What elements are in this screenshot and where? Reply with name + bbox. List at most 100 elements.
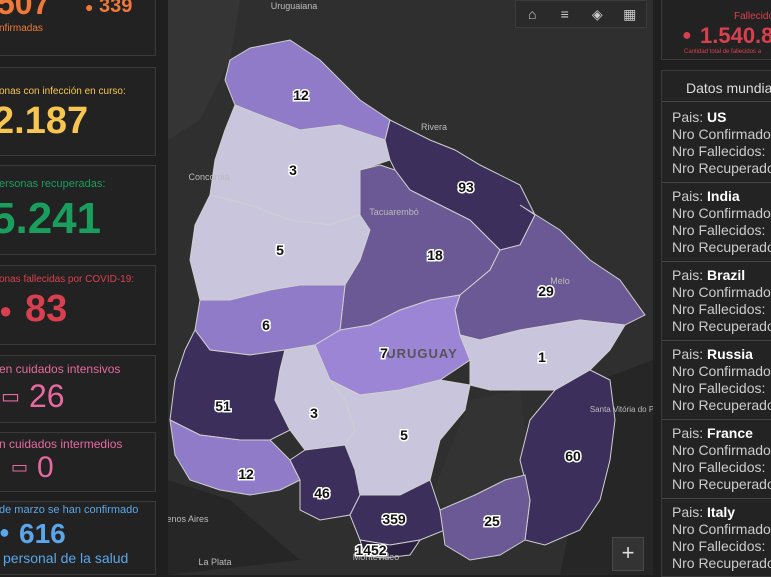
case-count-label: 93	[458, 179, 474, 195]
country-name: Brazil	[707, 267, 746, 283]
country-key: Pais:	[672, 504, 704, 520]
case-count-label: 12	[238, 466, 254, 482]
confirmed-key: Nro Confirmado	[672, 126, 771, 142]
uruguay-map[interactable]: Uruguaiana Rivera Concordia Tacuarembó M…	[168, 0, 653, 575]
intensive-care-value: 26	[29, 378, 65, 414]
country-key: Pais:	[672, 267, 704, 283]
deceased-key: Nro Fallecidos:	[672, 222, 766, 238]
deceased-value: 83	[25, 288, 68, 330]
world-deceased-value: 1.540.8	[700, 23, 771, 48]
recovered-card: ersonas recuperadas: 5.241	[0, 165, 156, 255]
world-data-title: Datos mundia	[686, 80, 771, 96]
country-line: Pais: US	[672, 109, 771, 126]
person-icon: ●	[85, 0, 94, 15]
intermediate-care-label: n cuidados intermedios	[0, 437, 123, 451]
map-canvas[interactable]: Uruguaiana Rivera Concordia Tacuarembó M…	[168, 0, 653, 575]
case-count-label: 1	[538, 349, 546, 365]
place-label: Tacuarembó	[369, 207, 419, 217]
health-staff-label-top: de marzo se han confirmado	[0, 504, 139, 516]
country-key: Pais:	[672, 425, 704, 441]
place-label: Uruguaiana	[271, 1, 318, 11]
active-label: onas con infección en curso:	[0, 86, 126, 97]
case-count-label: 29	[538, 283, 554, 299]
country-name: Russia	[707, 346, 753, 362]
confirmed-side-value: 339	[99, 0, 133, 17]
deceased-key: Nro Fallecidos:	[672, 538, 766, 554]
person-icon: ●	[0, 522, 10, 542]
zoom-in-button[interactable]: +	[612, 537, 644, 571]
world-deceased-card: Fallecido ● 1.540.8 Cantidad total de fa…	[661, 0, 771, 60]
deceased-label: onas fallecidas por COVID-19:	[0, 274, 135, 285]
health-staff-card: de marzo se han confirmado ● 616 persona…	[0, 501, 156, 575]
divider	[662, 419, 771, 420]
confirmed-value: 507	[0, 0, 51, 21]
confirmed-key: Nro Confirmado	[672, 363, 771, 379]
deceased-card: onas fallecidas por COVID-19: ● 83	[0, 265, 156, 345]
home-icon[interactable]: ⌂	[516, 1, 549, 27]
country-line: Pais: France	[672, 425, 771, 442]
recovered-key: Nro Recuperado	[672, 555, 771, 571]
intermediate-care-value: 0	[37, 451, 54, 484]
country-line: Pais: India	[672, 188, 771, 205]
confirmed-key: Nro Confirmado	[672, 205, 771, 221]
case-count-label: 1452	[355, 542, 386, 558]
case-count-label: 12	[293, 87, 309, 103]
map-toolbar: ⌂ ≡ ◈ ▦	[515, 0, 647, 28]
active-value: 2.187	[0, 100, 89, 142]
case-count-label: 46	[314, 485, 330, 501]
country-name: US	[707, 109, 727, 125]
place-label: Santa Vitória do Palmar	[590, 405, 653, 414]
case-count-label: 18	[427, 247, 443, 263]
recovered-value: 5.241	[0, 194, 102, 243]
country-line: Pais: Brazil	[672, 267, 771, 284]
place-label: Buenos Aires	[168, 514, 209, 524]
world-deceased-sublabel: Cantidad total de fallecidos a	[684, 49, 762, 55]
recovered-key: Nro Recuperado	[672, 318, 771, 334]
world-data-panel[interactable]: Datos mundia Pais: US Nro Confirmado Nro F…	[661, 70, 771, 577]
place-label: Rivera	[421, 122, 447, 132]
confirmed-label: nfirmadas	[0, 23, 43, 34]
country-entry[interactable]: Pais: US Nro Confirmado Nro Fallecidos: Nro…	[672, 109, 771, 177]
case-count-label: 25	[484, 513, 500, 529]
country-name: France	[707, 425, 753, 441]
confirmed-key: Nro Confirmado	[672, 442, 771, 458]
list-icon[interactable]: ≡	[549, 1, 582, 27]
place-label: Concordia	[188, 172, 229, 182]
bed-icon: ▭	[1, 386, 20, 408]
divider	[662, 261, 771, 262]
deceased-key: Nro Fallecidos:	[672, 301, 766, 317]
country-name: India	[707, 188, 740, 204]
case-count-label: 51	[215, 398, 231, 414]
bed-icon: ▭	[11, 457, 29, 477]
country-entry[interactable]: Pais: Russia Nro Confirmado Nro Fallecidos…	[672, 346, 771, 414]
health-staff-label-bottom: personal de la salud	[3, 550, 129, 566]
divider	[662, 340, 771, 341]
department-san-jose[interactable]	[289, 444, 361, 521]
country-key: Pais:	[672, 188, 704, 204]
alert-icon: ●	[682, 27, 692, 44]
deceased-key: Nro Fallecidos:	[672, 459, 766, 475]
country-line: Pais: Italy	[672, 504, 771, 521]
person-icon: ●	[0, 298, 13, 323]
country-entry[interactable]: Pais: France Nro Confirmado Nro Fallecidos…	[672, 425, 771, 493]
case-count-label: 60	[565, 448, 581, 464]
case-count-label: 359	[382, 511, 406, 527]
country-key: Pais:	[672, 109, 704, 125]
intensive-care-card: en cuidados intensivos ▭ 26	[0, 355, 156, 423]
country-entry[interactable]: Pais: Italy Nro Confirmado Nro Fallecidos:…	[672, 504, 771, 572]
intermediate-care-card: n cuidados intermedios ▭ 0	[0, 432, 156, 492]
case-count-label: 5	[400, 427, 408, 443]
recovered-label: ersonas recuperadas:	[0, 178, 106, 190]
country-entry[interactable]: Pais: India Nro Confirmado Nro Fallecidos:…	[672, 188, 771, 256]
country-line: Pais: Russia	[672, 346, 771, 363]
deceased-key: Nro Fallecidos:	[672, 380, 766, 396]
country-entry[interactable]: Pais: Brazil Nro Confirmado Nro Fallecidos…	[672, 267, 771, 335]
confirmed-key: Nro Confirmado	[672, 284, 771, 300]
case-count-label: 5	[276, 242, 284, 258]
case-count-label: 3	[310, 405, 318, 421]
active-card: onas con infección en curso: 2.187	[0, 67, 156, 156]
confirmed-card: 507 ● 339 nfirmadas	[0, 0, 156, 56]
deceased-key: Nro Fallecidos:	[672, 143, 766, 159]
layers-icon[interactable]: ◈	[581, 1, 614, 27]
basemap-gallery-icon[interactable]: ▦	[614, 1, 647, 27]
